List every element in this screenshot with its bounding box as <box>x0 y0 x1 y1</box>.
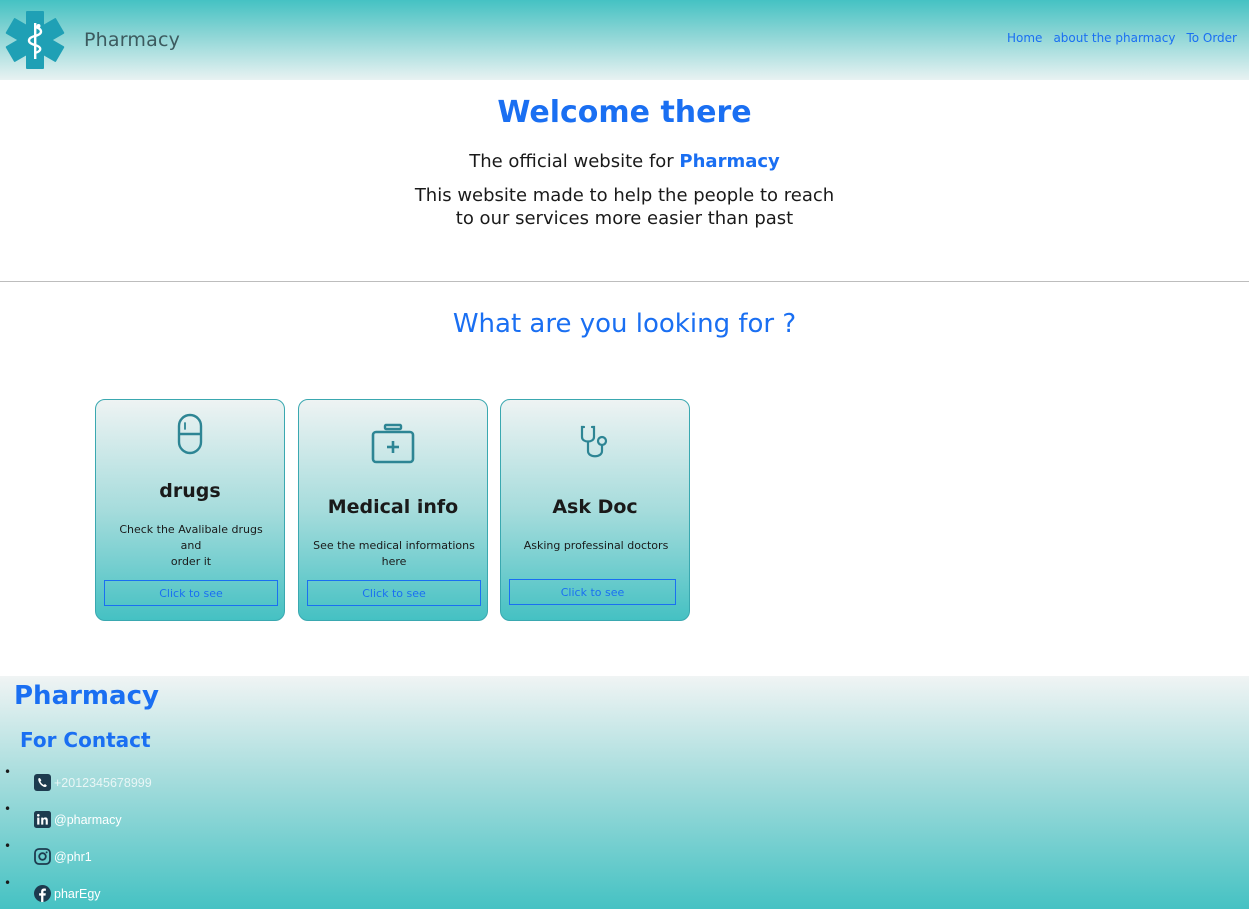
instagram-icon[interactable] <box>34 848 51 865</box>
drugs-click-to-see-button[interactable]: Click to see <box>104 580 278 606</box>
nav-order-link[interactable]: To Order <box>1186 31 1237 45</box>
list-bullet: • <box>4 839 12 853</box>
star-of-life-logo-icon[interactable] <box>4 9 66 71</box>
service-card-drugs: drugs Check the Avalibale drugs and orde… <box>95 399 285 621</box>
stethoscope-icon <box>580 425 608 458</box>
card-description: Check the Avalibale drugs and order it <box>108 522 274 570</box>
card-description-line: order it <box>170 555 212 568</box>
card-description-line: See the medical informations <box>313 539 475 552</box>
nav-home-link[interactable]: Home <box>1007 31 1042 45</box>
contact-phone-text[interactable]: +2012345678999 <box>54 776 152 790</box>
card-description-line: Check the Avalibale drugs and <box>119 523 263 552</box>
nav-about-link[interactable]: about the pharmacy <box>1053 31 1175 45</box>
contact-instagram-text[interactable]: @phr1 <box>54 850 92 864</box>
site-header: Pharmacy Home about the pharmacy To Orde… <box>0 0 1249 80</box>
medical-info-click-to-see-button[interactable]: Click to see <box>307 580 481 606</box>
welcome-title: Welcome there <box>497 95 752 130</box>
linkedin-icon[interactable] <box>34 811 51 828</box>
service-card-medical-info: Medical info See the medical information… <box>298 399 488 621</box>
card-description-line: Asking professinal doctors <box>523 539 669 552</box>
list-bullet: • <box>4 765 12 779</box>
welcome-brand-highlight: Pharmacy <box>679 151 780 172</box>
first-aid-kit-icon <box>371 423 415 464</box>
service-card-ask-doc: Ask Doc Asking professinal doctors Click… <box>500 399 690 621</box>
card-description: See the medical informations here <box>311 538 477 570</box>
footer-contact-title: For Contact <box>20 728 151 752</box>
card-title: drugs <box>159 480 221 502</box>
section-divider <box>0 281 1249 282</box>
list-bullet: • <box>4 802 12 816</box>
phone-icon <box>34 774 51 791</box>
card-title: Ask Doc <box>552 496 638 518</box>
card-description-line: here <box>381 555 407 568</box>
welcome-subtitle-prefix: The official website for <box>469 151 680 172</box>
ask-doc-click-to-see-button[interactable]: Click to see <box>509 579 676 605</box>
welcome-subtitle: The official website for Pharmacy <box>0 151 1249 172</box>
services-section-title: What are you looking for ? <box>452 309 797 339</box>
list-bullet: • <box>4 876 12 890</box>
pill-capsule-icon <box>177 413 203 455</box>
welcome-description-line-1: This website made to help the people to … <box>414 185 835 206</box>
contact-facebook-text[interactable]: pharEgy <box>54 887 101 901</box>
card-title: Medical info <box>327 496 459 518</box>
main-nav: Home about the pharmacy To Order <box>1007 31 1237 45</box>
card-description: Asking professinal doctors <box>513 538 679 554</box>
contact-linkedin-text[interactable]: @pharmacy <box>54 813 122 827</box>
welcome-description-line-2: to our services more easier than past <box>455 208 794 229</box>
footer-brand: Pharmacy <box>14 681 159 711</box>
site-footer: Pharmacy For Contact • +2012345678999 • … <box>0 676 1249 909</box>
facebook-icon[interactable] <box>34 885 51 902</box>
welcome-description: This website made to help the people to … <box>0 184 1249 230</box>
brand-name: Pharmacy <box>84 29 181 51</box>
